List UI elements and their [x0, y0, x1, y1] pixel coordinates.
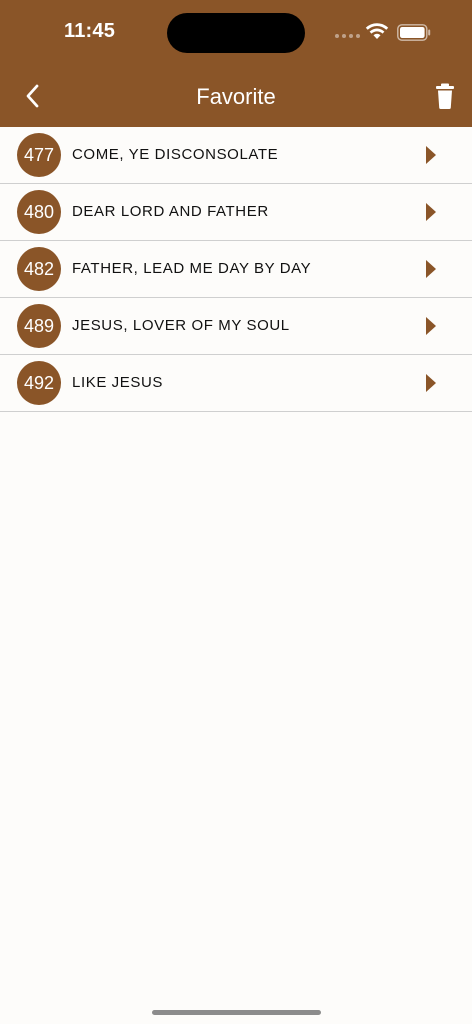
hymn-number-badge: 489 — [17, 304, 61, 348]
play-triangle-icon — [426, 146, 436, 164]
favorite-hymn-row[interactable]: 477 COME, YE DISCONSOLATE — [0, 127, 472, 184]
hymn-number-badge: 477 — [17, 133, 61, 177]
play-triangle-icon — [426, 317, 436, 335]
play-triangle-icon — [426, 203, 436, 221]
favorite-hymn-row[interactable]: 482 FATHER, LEAD ME DAY BY DAY — [0, 241, 472, 298]
hymn-title: COME, YE DISCONSOLATE — [72, 146, 279, 163]
hymn-number-badge: 482 — [17, 247, 61, 291]
hymn-number-badge: 480 — [17, 190, 61, 234]
cellular-signal-icon — [335, 34, 360, 38]
app-header: 11:45 Favorite — [0, 0, 472, 127]
page-title: Favorite — [196, 84, 276, 109]
home-indicator — [152, 1010, 321, 1015]
hymn-title: JESUS, LOVER OF MY SOUL — [72, 317, 290, 334]
battery-icon — [397, 24, 431, 41]
hymn-title: FATHER, LEAD ME DAY BY DAY — [72, 260, 312, 277]
wifi-icon — [365, 23, 389, 39]
hymn-number-badge: 492 — [17, 361, 61, 405]
hymn-title: LIKE JESUS — [72, 374, 164, 391]
favorite-hymn-row[interactable]: 492 LIKE JESUS — [0, 355, 472, 412]
play-triangle-icon — [426, 374, 436, 392]
hymn-title: DEAR LORD AND FATHER — [72, 203, 269, 220]
trash-icon[interactable] — [432, 82, 458, 110]
dynamic-island — [167, 13, 305, 53]
play-triangle-icon — [426, 260, 436, 278]
status-time: 11:45 — [64, 20, 116, 42]
favorite-hymn-row[interactable]: 480 DEAR LORD AND FATHER — [0, 184, 472, 241]
favorites-list: 477 COME, YE DISCONSOLATE 480 DEAR LORD … — [0, 127, 472, 412]
favorite-hymn-row[interactable]: 489 JESUS, LOVER OF MY SOUL — [0, 298, 472, 355]
